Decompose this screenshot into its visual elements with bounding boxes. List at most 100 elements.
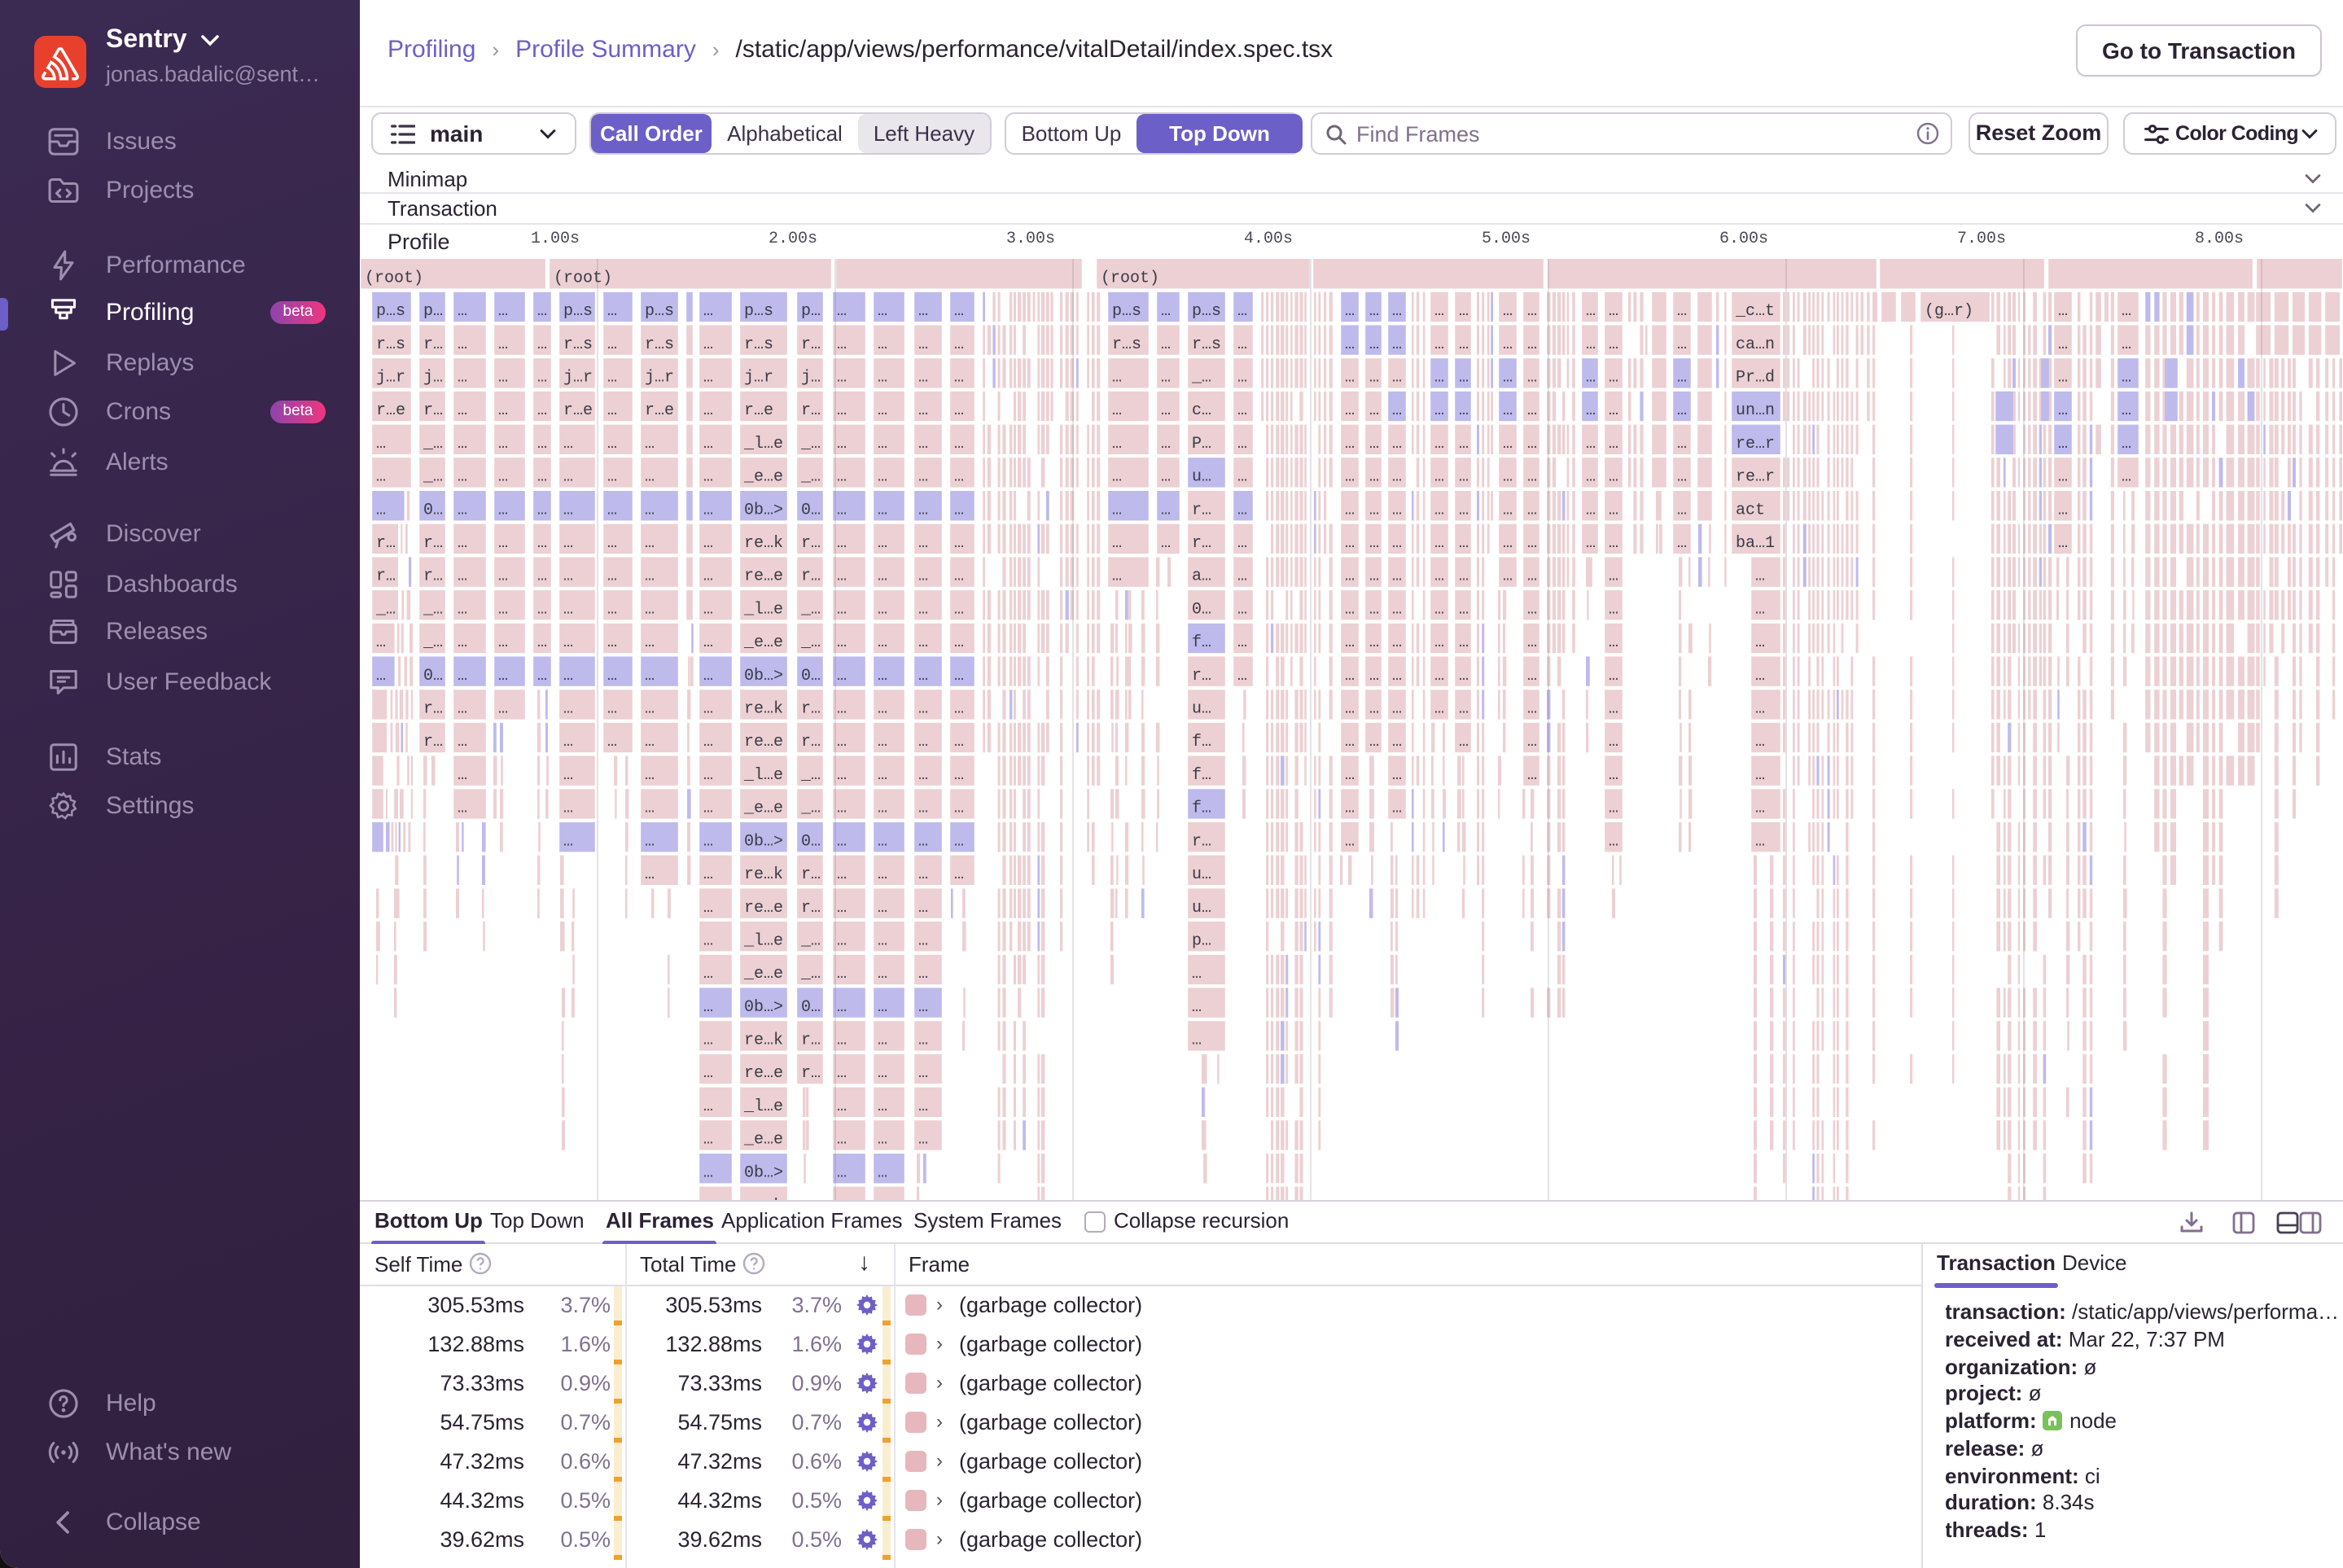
svg-text:…: … [563, 600, 573, 619]
svg-text:…: … [1345, 667, 1355, 685]
svg-text:…: … [498, 435, 508, 453]
svg-text:…: … [1369, 468, 1379, 487]
svg-text:…: … [1503, 335, 1513, 354]
svg-text:…: … [1609, 368, 1618, 387]
svg-text:…: … [2058, 368, 2068, 387]
svg-text:…: … [918, 468, 928, 487]
svg-text:…: … [498, 335, 508, 354]
svg-text:…: … [1503, 534, 1513, 553]
svg-text:…: … [1586, 534, 1596, 553]
svg-text:…: … [703, 865, 713, 884]
svg-text:_l…e: _l…e [743, 600, 783, 619]
svg-text:…: … [703, 633, 713, 652]
svg-text:…: … [1237, 335, 1247, 354]
svg-text:re…e: re…e [744, 733, 783, 751]
svg-text:…: … [878, 401, 887, 420]
svg-text:p…s: p…s [1192, 302, 1221, 321]
svg-text:…: … [1369, 567, 1379, 586]
svg-text:…: … [918, 534, 928, 553]
svg-text:…: … [563, 766, 573, 785]
svg-text:…: … [1345, 534, 1355, 553]
svg-text:…: … [1345, 733, 1355, 751]
svg-text:…: … [1434, 435, 1444, 453]
svg-text:…: … [703, 335, 713, 354]
svg-text:…: … [1503, 368, 1513, 387]
svg-text:…: … [1755, 633, 1765, 652]
svg-text:re…r: re…r [1736, 435, 1775, 453]
svg-text:_l…e: _l…e [743, 931, 783, 950]
svg-text:…: … [1527, 766, 1537, 785]
svg-text:…: … [878, 1031, 887, 1049]
svg-text:…: … [1459, 302, 1469, 321]
svg-text:…: … [878, 567, 887, 586]
svg-text:…: … [1161, 435, 1171, 453]
svg-text:…: … [1586, 368, 1596, 387]
svg-text:j…r: j…r [744, 368, 773, 387]
svg-text:…: … [878, 335, 887, 354]
svg-text:…: … [1459, 368, 1469, 387]
svg-text:…: … [878, 1131, 887, 1150]
svg-text:…: … [1369, 401, 1379, 420]
svg-text:r…: r… [801, 700, 821, 719]
svg-text:…: … [498, 700, 508, 719]
svg-text:…: … [645, 832, 655, 851]
svg-text:…: … [878, 931, 887, 950]
svg-text:f…: f… [1192, 733, 1211, 751]
svg-text:…: … [537, 468, 547, 487]
svg-text:…: … [918, 965, 928, 983]
svg-text:_l…e: _l…e [743, 1097, 783, 1116]
svg-text:…: … [1434, 667, 1444, 685]
svg-text:…: … [563, 468, 573, 487]
svg-text:…: … [1237, 302, 1247, 321]
svg-text:re…k: re…k [744, 1031, 783, 1049]
svg-text:…: … [1369, 700, 1379, 719]
svg-text:…: … [878, 766, 887, 785]
svg-text:_…: _… [800, 600, 821, 619]
svg-text:…: … [1459, 567, 1469, 586]
svg-text:u…: u… [1192, 899, 1211, 918]
svg-text:…: … [918, 633, 928, 652]
svg-text:…: … [837, 667, 847, 685]
svg-text:…: … [703, 899, 713, 918]
svg-text:r…: r… [1192, 667, 1211, 685]
svg-text:…: … [703, 534, 713, 553]
svg-text:r…: r… [423, 534, 443, 553]
svg-text:…: … [1392, 335, 1402, 354]
svg-text:…: … [1345, 832, 1355, 851]
svg-text:0b…>: 0b…> [744, 832, 783, 851]
svg-text:…: … [703, 1163, 713, 1182]
svg-text:…: … [878, 832, 887, 851]
svg-text:…: … [954, 468, 964, 487]
svg-text:…: … [458, 335, 467, 354]
svg-text:…: … [1392, 534, 1402, 553]
svg-text:…: … [878, 501, 887, 519]
svg-text:…: … [1345, 600, 1355, 619]
svg-text:…: … [1112, 401, 1122, 420]
svg-text:u…: u… [1192, 468, 1211, 487]
svg-text:…: … [376, 501, 386, 519]
svg-text:…: … [1527, 567, 1537, 586]
svg-text:…: … [498, 567, 508, 586]
svg-text:…: … [1237, 534, 1247, 553]
svg-text:…: … [954, 435, 964, 453]
svg-text:…: … [1434, 368, 1444, 387]
svg-text:…: … [458, 600, 467, 619]
svg-text:…: … [1755, 799, 1765, 818]
svg-text:…: … [837, 368, 847, 387]
svg-text:…: … [1161, 335, 1171, 354]
svg-text:…: … [1345, 700, 1355, 719]
svg-text:…: … [837, 1031, 847, 1049]
svg-text:…: … [498, 501, 508, 519]
svg-text:r…: r… [801, 335, 821, 354]
svg-text:…: … [837, 899, 847, 918]
svg-text:…: … [1677, 335, 1687, 354]
svg-text:a…: a… [1192, 567, 1211, 586]
svg-text:…: … [1503, 401, 1513, 420]
svg-text:…: … [1434, 401, 1444, 420]
svg-text:…: … [878, 965, 887, 983]
svg-text:0b…>: 0b…> [744, 1163, 783, 1182]
svg-text:…: … [954, 865, 964, 884]
svg-text:…: … [498, 368, 508, 387]
svg-text:…: … [1527, 302, 1537, 321]
svg-text:…: … [954, 600, 964, 619]
